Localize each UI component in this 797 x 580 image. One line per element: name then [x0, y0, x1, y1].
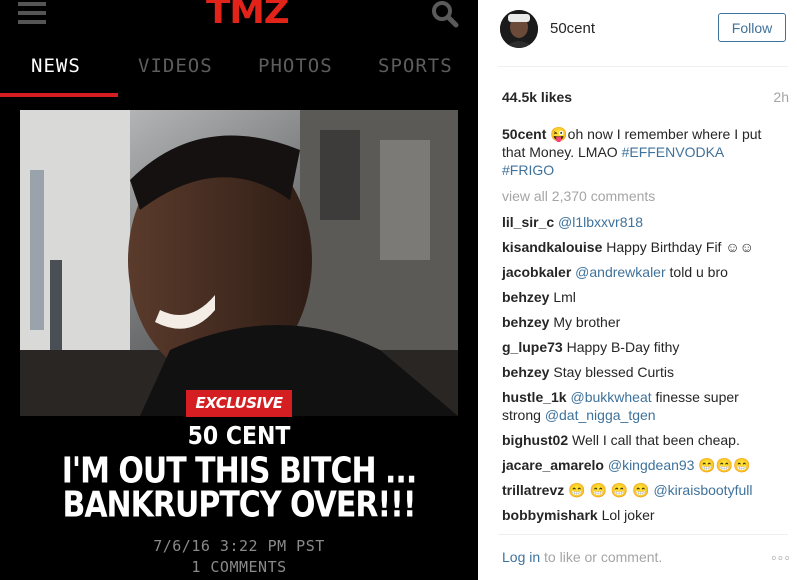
comment-text: Happy Birthday Fif ☺☺ — [606, 239, 754, 255]
article-photo — [20, 110, 458, 416]
comment: behzey My brother — [502, 313, 772, 331]
comment: lil_sir_c @l1lbxxvr818 — [502, 213, 772, 231]
comment-mention[interactable]: @bukkwheat — [570, 389, 651, 405]
article-kicker: 50 CENT — [187, 422, 291, 451]
comment: kisandkalouise Happy Birthday Fif ☺☺ — [502, 238, 772, 256]
menu-icon[interactable] — [18, 2, 46, 24]
search-icon[interactable] — [430, 0, 460, 28]
comment: behzey Stay blessed Curtis — [502, 363, 772, 381]
likes-count[interactable]: 44.5k likes — [502, 89, 572, 105]
comment: trillatrevz 😁 😁 😁 😁 @kiraisbootyfull — [502, 481, 772, 499]
caption-username[interactable]: 50cent — [502, 126, 546, 142]
section-nav: NEWS VIDEOS PHOTOS SPORTS — [0, 55, 478, 95]
comment-username[interactable]: lil_sir_c — [502, 214, 554, 230]
tab-videos[interactable]: VIDEOS — [138, 55, 213, 77]
article-comments-count[interactable]: 1 COMMENTS — [0, 558, 478, 576]
exclusive-badge: EXCLUSIVE — [186, 390, 292, 417]
header-divider — [498, 66, 788, 67]
comment-username[interactable]: jacare_amarelo — [502, 457, 604, 473]
comment-username[interactable]: jacobkaler — [502, 264, 571, 280]
comment-text: 😁 😁 😁 😁 — [568, 482, 650, 498]
active-tab-indicator — [0, 93, 118, 97]
comment: jacare_amarelo @kingdean93 😁😁😁 — [502, 456, 772, 474]
post-caption: 50cent 😜oh now I remember where I put th… — [502, 125, 772, 179]
more-options-icon[interactable]: ◦◦◦ — [771, 550, 791, 568]
comment-text: Well I call that been cheap. — [572, 432, 740, 448]
comment-mention[interactable]: @l1lbxxvr818 — [558, 214, 643, 230]
comment-username[interactable]: behzey — [502, 289, 549, 305]
login-text: to like or comment. — [544, 549, 663, 565]
tab-photos[interactable]: PHOTOS — [258, 55, 333, 77]
avatar[interactable] — [500, 10, 538, 48]
comment: g_lupe73 Happy B-Day fithy — [502, 338, 772, 356]
comment: bobbymishark Lol joker — [502, 506, 772, 524]
hashtag[interactable]: #FRIGO — [502, 162, 554, 178]
comment: bighust02 Well I call that been cheap. — [502, 431, 772, 449]
instagram-post-panel: 50cent Follow 44.5k likes 2h 50cent 😜oh … — [478, 0, 797, 580]
login-link[interactable]: Log in — [502, 549, 540, 565]
comment-username[interactable]: hustle_1k — [502, 389, 567, 405]
comment-text: My brother — [553, 314, 621, 330]
comment-text: Lml — [553, 289, 576, 305]
footer-divider — [498, 534, 788, 535]
comment-username[interactable]: behzey — [502, 364, 549, 380]
view-all-comments-link[interactable]: view all 2,370 comments — [502, 188, 655, 204]
comment-text: Stay blessed Curtis — [553, 364, 674, 380]
photo-illustration — [20, 110, 458, 416]
comment-username[interactable]: bighust02 — [502, 432, 568, 448]
comment-text: Lol joker — [601, 507, 655, 523]
comment-text: told u bro — [669, 264, 728, 280]
follow-button[interactable]: Follow — [718, 13, 786, 42]
hashtag[interactable]: #EFFENVODKA — [622, 144, 724, 160]
article-date: 7/6/16 3:22 PM PST — [153, 537, 325, 555]
tmz-logo[interactable]: TMZ — [206, 0, 290, 32]
login-prompt: Log in to like or comment. — [502, 549, 662, 565]
comment: hustle_1k @bukkwheat finesse super stron… — [502, 388, 772, 424]
comment-text: 😁😁😁 — [698, 457, 751, 473]
post-username[interactable]: 50cent — [550, 20, 595, 37]
comment: behzey Lml — [502, 288, 772, 306]
comment-mention[interactable]: @kiraisbootyfull — [653, 482, 752, 498]
comment-username[interactable]: g_lupe73 — [502, 339, 563, 355]
comment-username[interactable]: trillatrevz — [502, 482, 564, 498]
post-time[interactable]: 2h — [773, 89, 789, 105]
comment-username[interactable]: kisandkalouise — [502, 239, 602, 255]
tab-news[interactable]: NEWS — [31, 55, 81, 77]
comment-mention[interactable]: @andrewkaler — [575, 264, 665, 280]
comment-username[interactable]: bobbymishark — [502, 507, 598, 523]
comment-mention[interactable]: @dat_nigga_tgen — [545, 407, 656, 423]
tmz-article-image: TMZ NEWS VIDEOS PHOTOS SPORTS EXCLUSIVE … — [0, 0, 478, 580]
comment-mention[interactable]: @kingdean93 — [608, 457, 695, 473]
comment-text: Happy B-Day fithy — [566, 339, 680, 355]
comment-username[interactable]: behzey — [502, 314, 549, 330]
comment: jacobkaler @andrewkaler told u bro — [502, 263, 772, 281]
headline-line-2[interactable]: BANKRUPTCY OVER!!! — [0, 485, 478, 526]
tab-sports[interactable]: SPORTS — [378, 55, 453, 77]
